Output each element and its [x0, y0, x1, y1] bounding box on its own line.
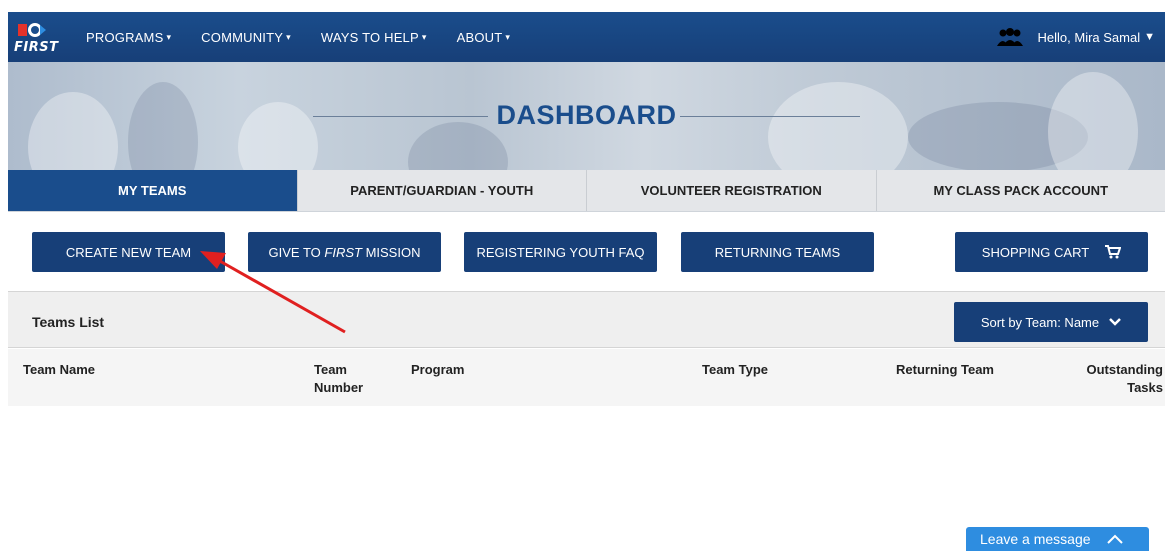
- caret-down-icon: ▾: [421, 31, 427, 42]
- shopping-cart-button[interactable]: SHOPPING CART: [955, 232, 1148, 272]
- nav-about[interactable]: ABOUT ▾: [457, 30, 511, 45]
- tab-my-teams[interactable]: MY TEAMS: [8, 170, 297, 211]
- nav-programs[interactable]: PROGRAMS ▾: [86, 30, 171, 45]
- chat-label: Leave a message: [980, 531, 1091, 547]
- user-greeting: Hello, Mira Samal: [1037, 29, 1141, 45]
- leave-message-widget[interactable]: Leave a message: [966, 527, 1149, 551]
- column-program[interactable]: Program: [411, 361, 464, 379]
- user-menu[interactable]: Hello, Mira Samal ▼: [996, 28, 1155, 46]
- chevron-up-icon: [1106, 534, 1123, 544]
- teams-list-header: Teams List Sort by Team: Name: [8, 291, 1165, 348]
- sort-label: Sort by Team: Name: [980, 314, 1100, 330]
- people-icon: [996, 28, 1023, 46]
- column-returning-team[interactable]: Returning Team: [896, 361, 994, 379]
- tab-parent-guardian-youth[interactable]: PARENT/GUARDIAN - YOUTH: [296, 170, 586, 211]
- chevron-down-icon: [1109, 318, 1122, 326]
- page-title: DASHBOARD: [496, 100, 677, 130]
- create-new-team-button[interactable]: CREATE NEW TEAM: [32, 232, 225, 272]
- teams-table-header: Team Name Team Number Program Team Type …: [8, 349, 1165, 406]
- give-to-first-mission-button[interactable]: GIVE TO FIRST MISSION: [248, 232, 441, 272]
- column-outstanding-tasks[interactable]: Outstanding Tasks: [1086, 361, 1163, 397]
- nav-label: ABOUT: [456, 29, 503, 45]
- sort-dropdown[interactable]: Sort by Team: Name: [954, 302, 1148, 342]
- teams-list-title: Teams List: [32, 314, 105, 330]
- dashboard-hero: DASHBOARD: [8, 62, 1165, 170]
- nav-label: PROGRAMS: [86, 29, 164, 45]
- nav-label: COMMUNITY: [201, 29, 284, 45]
- dashboard-tabs: MY TEAMS PARENT/GUARDIAN - YOUTH VOLUNTE…: [8, 170, 1165, 212]
- button-label: GIVE TO: [268, 244, 325, 260]
- column-team-type[interactable]: Team Type: [702, 361, 768, 379]
- returning-teams-button[interactable]: RETURNING TEAMS: [681, 232, 874, 272]
- nav-community[interactable]: COMMUNITY ▾: [201, 30, 291, 45]
- column-team-name[interactable]: Team Name: [23, 361, 95, 379]
- tab-volunteer-registration[interactable]: VOLUNTEER REGISTRATION: [586, 170, 876, 211]
- tab-my-class-pack-account[interactable]: MY CLASS PACK ACCOUNT: [875, 170, 1165, 211]
- first-wordmark: FIRST: [14, 40, 59, 55]
- column-label: Number: [314, 380, 364, 395]
- button-label: SHOPPING CART: [981, 244, 1090, 260]
- nav-ways-to-help[interactable]: WAYS TO HELP ▾: [321, 30, 427, 45]
- column-label: Tasks: [1127, 380, 1163, 395]
- registering-youth-faq-button[interactable]: REGISTERING YOUTH FAQ: [464, 232, 657, 272]
- top-navbar: FIRST PROGRAMS ▾ COMMUNITY ▾ WAYS TO HEL…: [8, 12, 1165, 62]
- button-label-emphasis: FIRST: [324, 244, 362, 260]
- caret-down-icon: ▼: [1144, 31, 1155, 43]
- column-label: Outstanding: [1086, 362, 1163, 377]
- cart-icon: [1105, 245, 1122, 259]
- caret-down-icon: ▾: [166, 31, 172, 42]
- caret-down-icon: ▾: [286, 31, 291, 42]
- button-label: MISSION: [361, 244, 421, 260]
- first-logo[interactable]: FIRST: [8, 12, 60, 62]
- column-team-number[interactable]: Team Number: [314, 361, 363, 397]
- first-logo-icon: [18, 23, 46, 37]
- column-label: Team: [314, 362, 347, 377]
- caret-down-icon: ▾: [505, 31, 511, 42]
- nav-label: WAYS TO HELP: [320, 29, 419, 45]
